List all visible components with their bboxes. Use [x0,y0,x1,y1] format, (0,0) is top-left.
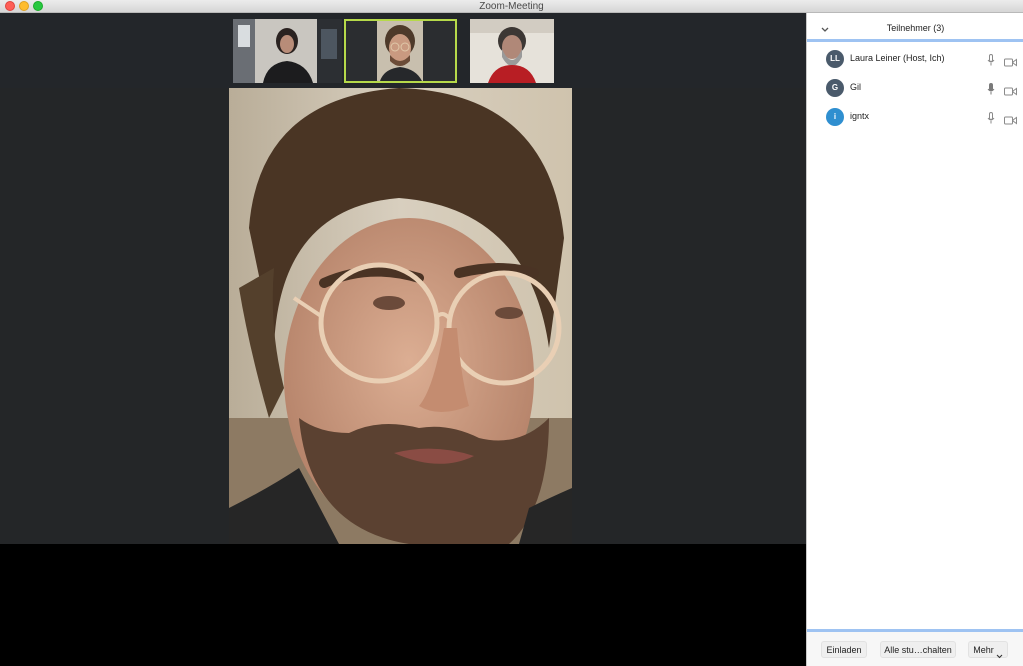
window-titlebar: Zoom-Meeting [0,0,1023,13]
participant-list: LL Laura Leiner (Host, Ich) G Gil i ignt… [807,45,1023,132]
mute-all-button[interactable]: Alle stu…chalten [880,641,956,658]
participant-name: igntx [850,111,870,121]
participant-name: Gil [850,82,861,92]
participant-thumbnail-1[interactable] [233,19,342,83]
participant-row[interactable]: LL Laura Leiner (Host, Ich) [807,45,1023,74]
participant-thumbnail-active[interactable] [344,19,457,83]
chevron-down-icon [996,648,1003,659]
video-camera-icon[interactable] [1004,112,1017,125]
microphone-icon[interactable] [987,82,995,95]
thumbnail-strip [0,13,806,88]
video-area [0,13,806,666]
active-speaker-video[interactable] [229,88,572,544]
avatar: G [826,79,844,97]
panel-title: Teilnehmer (3) [886,23,945,33]
microphone-icon[interactable] [987,53,995,66]
more-button[interactable]: Mehr [968,641,1008,659]
participant-row[interactable]: G Gil [807,74,1023,103]
toolbar-area [0,544,806,666]
main-video-stage [0,88,806,544]
participants-panel: Teilnehmer (3) LL Laura Leiner (Host, Ic… [806,13,1023,666]
more-button-label: Mehr [973,645,994,655]
avatar: LL [826,50,844,68]
participant-row[interactable]: i igntx [807,103,1023,132]
panel-footer: Einladen Alle stu…chalten Mehr [807,629,1023,666]
video-camera-icon[interactable] [1004,83,1017,96]
window-title: Zoom-Meeting [479,1,544,12]
panel-header: Teilnehmer (3) [807,13,1023,42]
video-camera-icon[interactable] [1004,54,1017,67]
invite-button[interactable]: Einladen [821,641,867,658]
participant-name: Laura Leiner (Host, Ich) [850,53,945,63]
participant-thumbnail-3[interactable] [470,19,554,83]
avatar: i [826,108,844,126]
microphone-icon[interactable] [987,111,995,124]
